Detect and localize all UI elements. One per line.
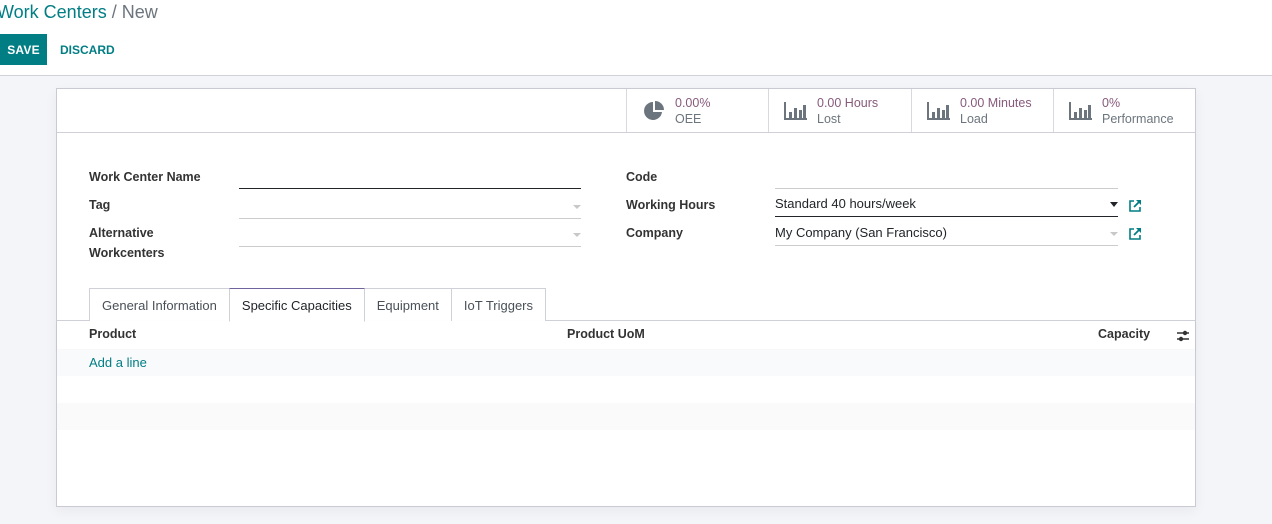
bar-chart-icon: [926, 100, 952, 122]
alternative-workcenters-label-line1: Alternative: [89, 226, 154, 240]
capacities-table-header: Product Product UoM Capacity: [57, 321, 1195, 349]
chevron-down-icon[interactable]: [1110, 202, 1118, 207]
smart-button-box: 0.00% OEE 0.00 Hours Lost 0.00 Minutes L…: [57, 89, 1195, 133]
control-panel: Work Centers / New SAVE DISCARD: [0, 0, 1272, 76]
performance-stat-button[interactable]: 0% Performance: [1053, 89, 1195, 132]
breadcrumb-current: New: [121, 2, 158, 22]
tab-general-information[interactable]: General Information: [89, 288, 230, 321]
oee-label: OEE: [675, 111, 702, 126]
lost-stat-button[interactable]: 0.00 Hours Lost: [768, 89, 910, 132]
oee-value: 0.00%: [675, 95, 711, 110]
empty-row: [57, 403, 1195, 430]
working-hours-select[interactable]: Standard 40 hours/week: [775, 193, 1118, 217]
work-center-name-label: Work Center Name: [89, 170, 201, 184]
load-stat-button[interactable]: 0.00 Minutes Load: [911, 89, 1053, 132]
column-header-product[interactable]: Product: [89, 327, 136, 341]
tag-input[interactable]: [239, 195, 581, 219]
load-value: 0.00 Minutes: [960, 95, 1032, 110]
column-header-product-uom[interactable]: Product UoM: [567, 327, 645, 341]
load-label: Load: [960, 111, 988, 126]
code-input[interactable]: [775, 165, 1118, 189]
chevron-down-icon[interactable]: [573, 205, 581, 209]
oee-stat-button[interactable]: 0.00% OEE: [626, 89, 768, 132]
lost-label: Lost: [817, 111, 841, 126]
alternative-workcenters-label-line2: Workcenters: [89, 246, 165, 260]
lost-value: 0.00 Hours: [817, 95, 879, 110]
discard-button[interactable]: DISCARD: [56, 34, 119, 65]
empty-row: [57, 376, 1195, 403]
tab-specific-capacities[interactable]: Specific Capacities: [228, 288, 365, 322]
chevron-down-icon[interactable]: [573, 233, 581, 237]
pie-chart-icon: [641, 100, 667, 122]
working-hours-value: Standard 40 hours/week: [775, 196, 916, 211]
alternative-workcenters-input[interactable]: [239, 223, 581, 247]
company-select[interactable]: My Company (San Francisco): [775, 222, 1118, 246]
bar-chart-icon: [1068, 100, 1094, 122]
external-link-icon[interactable]: [1128, 199, 1142, 213]
optional-columns-toggle-icon[interactable]: [1176, 329, 1190, 346]
performance-label: Performance: [1102, 111, 1174, 126]
breadcrumb: Work Centers / New: [0, 2, 158, 23]
column-header-capacity[interactable]: Capacity: [1098, 327, 1150, 341]
company-value: My Company (San Francisco): [775, 225, 947, 240]
tab-iot-triggers[interactable]: IoT Triggers: [450, 288, 547, 321]
working-hours-label: Working Hours: [626, 198, 716, 212]
notebook-tabs: General Information Specific Capacities …: [89, 288, 547, 322]
tab-equipment[interactable]: Equipment: [363, 288, 452, 321]
code-label: Code: [626, 170, 658, 184]
work-center-name-input[interactable]: [239, 165, 581, 189]
save-button[interactable]: SAVE: [0, 34, 47, 65]
breadcrumb-separator: /: [106, 2, 122, 22]
tag-label: Tag: [89, 198, 111, 212]
chevron-down-icon[interactable]: [1110, 232, 1118, 236]
company-label: Company: [626, 226, 683, 240]
add-line-row: Add a line: [57, 350, 1195, 376]
breadcrumb-work-centers-link[interactable]: Work Centers: [0, 2, 107, 22]
bar-chart-icon: [783, 100, 809, 122]
form-sheet: 0.00% OEE 0.00 Hours Lost 0.00 Minutes L…: [56, 88, 1196, 507]
performance-value: 0%: [1102, 95, 1121, 110]
external-link-icon[interactable]: [1128, 227, 1142, 241]
add-a-line-link[interactable]: Add a line: [89, 355, 147, 370]
